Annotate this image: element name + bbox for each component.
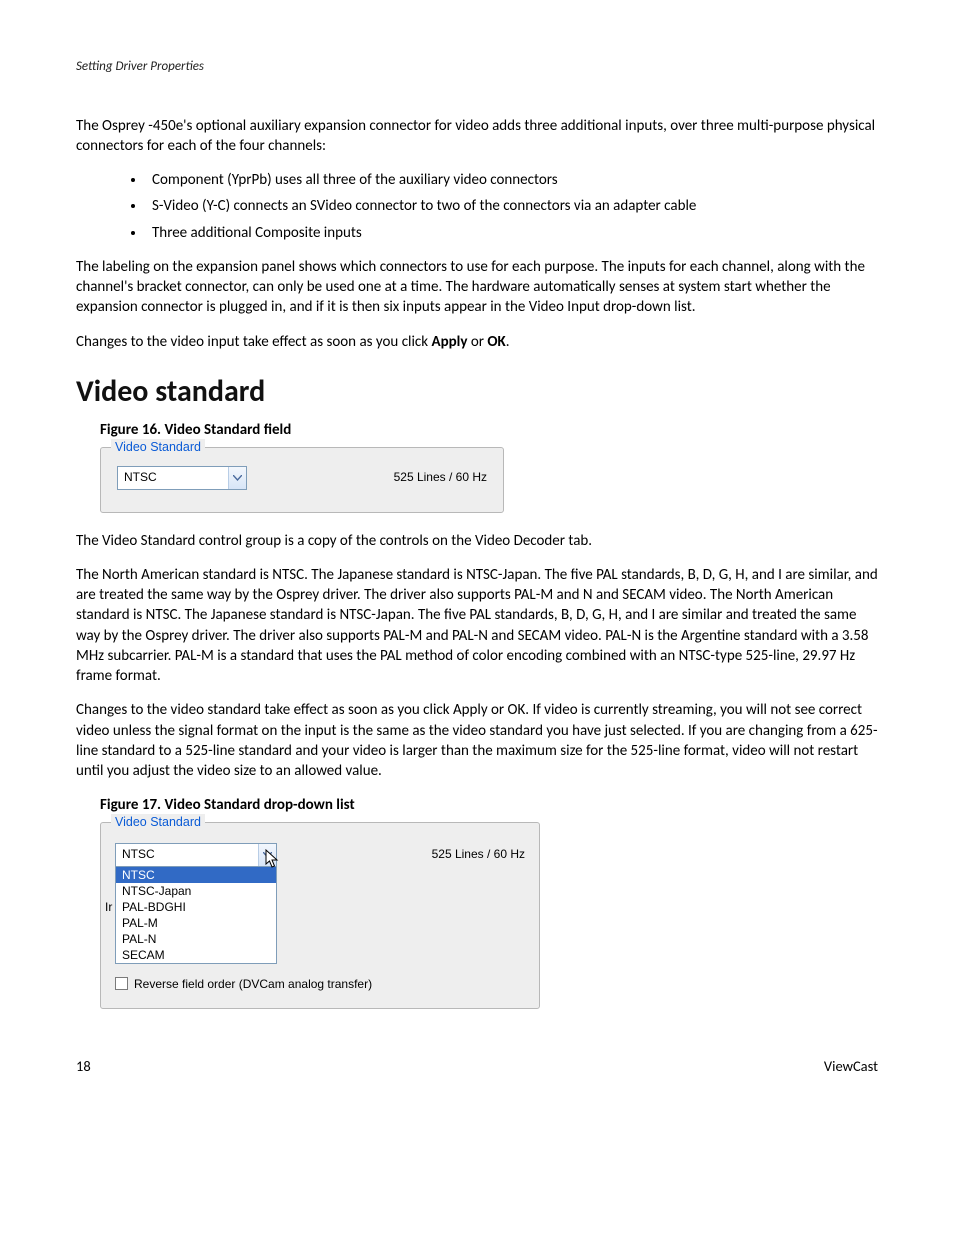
truncated-label: Ir <box>105 899 112 915</box>
video-standard-groupbox: Video Standard NTSC 525 Lines / 60 Hz <box>100 447 504 513</box>
bold-text: Apply <box>431 333 467 351</box>
checkbox-label: Reverse field order (DVCam analog transf… <box>134 976 372 992</box>
list-item: S-Video (Y-C) connects an SVideo connect… <box>146 196 878 216</box>
list-item: Three additional Composite inputs <box>146 223 878 243</box>
video-standard-groupbox-open: Video Standard Ir NTSC NTSC NTSC-Japan P… <box>100 822 540 1009</box>
body-paragraph: The North American standard is NTSC. The… <box>76 565 878 687</box>
dropdown-option[interactable]: PAL-BDGHI <box>116 899 276 915</box>
lines-hz-label: 525 Lines / 60 Hz <box>394 469 487 485</box>
dropdown-option[interactable]: NTSC-Japan <box>116 883 276 899</box>
figure-16: Video Standard NTSC 525 Lines / 60 Hz <box>100 447 878 513</box>
video-standard-dropdown[interactable]: NTSC <box>117 466 247 490</box>
body-paragraph: Changes to the video input take effect a… <box>76 332 878 352</box>
section-heading: Video standard <box>76 372 878 413</box>
page-footer: 18 ViewCast <box>76 1057 878 1077</box>
text-run: or <box>467 333 487 351</box>
checkbox-icon[interactable] <box>115 977 128 990</box>
chevron-down-icon[interactable] <box>258 844 276 866</box>
dropdown-option[interactable]: SECAM <box>116 947 276 963</box>
text-run: Changes to the video input take effect a… <box>76 333 431 351</box>
dropdown-value: NTSC <box>116 844 258 866</box>
figure-caption: Figure 17. Video Standard drop-down list <box>100 795 878 815</box>
dropdown-option[interactable]: PAL-N <box>116 931 276 947</box>
dropdown-option[interactable]: PAL-M <box>116 915 276 931</box>
intro-paragraph: The Osprey -450e's optional auxiliary ex… <box>76 116 878 157</box>
brand-name: ViewCast <box>824 1057 878 1077</box>
dropdown-option[interactable]: NTSC <box>116 867 276 883</box>
groupbox-legend: Video Standard <box>111 439 205 456</box>
running-header: Setting Driver Properties <box>76 58 878 76</box>
body-paragraph: The labeling on the expansion panel show… <box>76 257 878 318</box>
chevron-down-icon[interactable] <box>228 467 246 489</box>
page-number: 18 <box>76 1057 91 1077</box>
dropdown-value: NTSC <box>118 467 228 489</box>
connector-bullet-list: Component (YprPb) uses all three of the … <box>76 170 878 243</box>
lines-hz-label: 525 Lines / 60 Hz <box>432 846 525 862</box>
figure-17: Video Standard Ir NTSC NTSC NTSC-Japan P… <box>100 822 878 1009</box>
video-standard-dropdown-open[interactable]: NTSC NTSC NTSC-Japan PAL-BDGHI PAL-M PAL… <box>115 843 277 964</box>
reverse-field-order-checkbox[interactable]: Reverse field order (DVCam analog transf… <box>115 976 525 992</box>
text-run: . <box>506 333 510 351</box>
body-paragraph: The Video Standard control group is a co… <box>76 531 878 551</box>
dropdown-list[interactable]: NTSC NTSC-Japan PAL-BDGHI PAL-M PAL-N SE… <box>115 867 277 964</box>
list-item: Component (YprPb) uses all three of the … <box>146 170 878 190</box>
bold-text: OK <box>487 333 505 351</box>
figure-caption: Figure 16. Video Standard field <box>100 420 878 440</box>
groupbox-legend: Video Standard <box>111 814 205 831</box>
body-paragraph: Changes to the video standard take effec… <box>76 700 878 781</box>
